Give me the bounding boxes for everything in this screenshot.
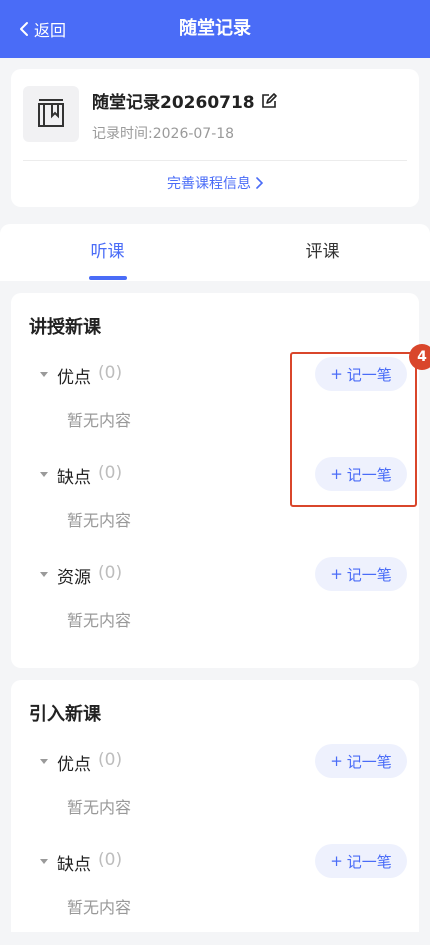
tab-listen[interactable]: 听课: [0, 224, 215, 281]
record-date: 记录时间:2026-07-18: [92, 123, 234, 143]
empty-state-text: 暂无内容: [67, 611, 132, 630]
divider: [23, 160, 407, 161]
top-nav-bar: 返回 随堂记录: [0, 0, 430, 58]
empty-state-text: 暂无内容: [67, 511, 132, 530]
caret-down-icon[interactable]: [40, 472, 48, 477]
caret-down-icon[interactable]: [40, 859, 48, 864]
annotation-highlight-box: [290, 352, 417, 507]
add-note-button[interactable]: + 记一笔: [315, 557, 407, 591]
section-title: 引入新课: [29, 704, 101, 725]
complete-course-info-label: 完善课程信息: [167, 176, 251, 192]
plus-icon: +: [330, 852, 343, 870]
tab-bar: 听课 评课: [0, 224, 430, 281]
empty-state-text: 暂无内容: [67, 898, 132, 917]
record-info-card: 随堂记录20260718 记录时间:2026-07-18 完善课程信息: [11, 69, 419, 207]
add-note-button[interactable]: + 记一笔: [315, 744, 407, 778]
plus-icon: +: [330, 565, 343, 583]
item-label: 资源: [57, 568, 91, 588]
list-item-resources: 资源 (0) + 记一笔 暂无内容: [11, 557, 419, 658]
add-note-label: 记一笔: [346, 565, 392, 584]
empty-state-text: 暂无内容: [67, 798, 132, 817]
record-date-value: 2026-07-18: [152, 126, 235, 142]
section-title: 讲授新课: [29, 317, 101, 338]
record-title: 随堂记录20260718: [92, 88, 277, 113]
notebook-icon: [23, 86, 79, 142]
plus-icon: +: [330, 752, 343, 770]
list-item-advantages: 优点 (0) + 记一笔 暂无内容: [11, 744, 419, 845]
item-label: 优点: [57, 368, 91, 388]
item-count: (0): [98, 563, 123, 583]
chevron-right-icon: [256, 177, 263, 189]
record-title-text: 随堂记录20260718: [92, 93, 255, 113]
record-date-label: 记录时间:: [92, 126, 153, 142]
back-button[interactable]: 返回: [18, 0, 66, 58]
item-label: 缺点: [57, 468, 91, 488]
item-label: 优点: [57, 755, 91, 775]
complete-course-info-link[interactable]: 完善课程信息: [11, 173, 419, 193]
item-count: (0): [98, 463, 123, 483]
caret-down-icon[interactable]: [40, 759, 48, 764]
add-note-button[interactable]: + 记一笔: [315, 844, 407, 878]
tab-evaluate[interactable]: 评课: [215, 224, 430, 281]
item-count: (0): [98, 750, 123, 770]
back-label: 返回: [34, 21, 67, 40]
item-count: (0): [98, 850, 123, 870]
annotation-badge: 4: [409, 344, 430, 370]
section-card-introduce-new: 引入新课 优点 (0) + 记一笔 暂无内容 缺点 (0) + 记一笔 暂无内容: [11, 680, 419, 932]
active-tab-indicator: [89, 276, 127, 280]
edit-icon[interactable]: [261, 92, 277, 109]
add-note-label: 记一笔: [346, 752, 392, 771]
add-note-label: 记一笔: [346, 852, 392, 871]
caret-down-icon[interactable]: [40, 572, 48, 577]
item-count: (0): [98, 363, 123, 383]
empty-state-text: 暂无内容: [67, 411, 132, 430]
item-label: 缺点: [57, 855, 91, 875]
chevron-left-icon: [20, 22, 28, 36]
list-item-disadvantages: 缺点 (0) + 记一笔 暂无内容: [11, 844, 419, 945]
caret-down-icon[interactable]: [40, 372, 48, 377]
